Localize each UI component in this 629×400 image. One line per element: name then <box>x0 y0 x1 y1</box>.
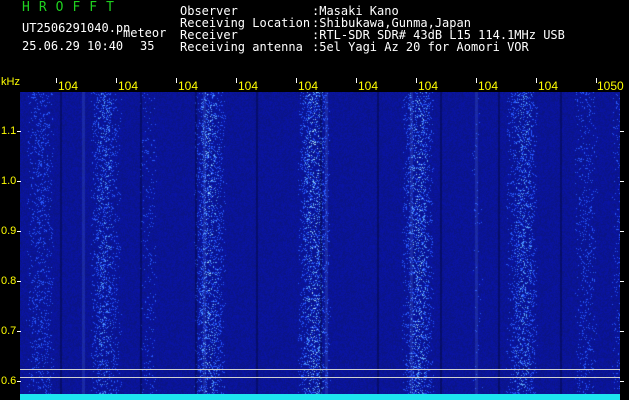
y-tick-label: 0.9 <box>1 225 17 237</box>
y-tick-mark <box>17 181 21 182</box>
x-tick-label: 104 <box>358 79 379 93</box>
x-tick-label: 104 <box>238 79 259 93</box>
y-tick-mark <box>17 131 21 132</box>
datetime: 25.06.29 10:40 <box>22 39 124 53</box>
signal-baseline <box>20 394 620 400</box>
y-tick-mark <box>620 181 624 182</box>
y-tick-mark <box>620 331 624 332</box>
detection-tag: meteor <box>123 26 167 40</box>
y-tick-mark <box>17 281 21 282</box>
x-tick-mark <box>416 78 417 83</box>
y-tick-label: 0.7 <box>1 325 17 337</box>
y-tick-label: 1.1 <box>1 125 17 137</box>
x-tick-label: 104 <box>538 79 559 93</box>
y-tick-mark <box>17 381 21 382</box>
antenna-label: Receiving antenna <box>180 40 303 54</box>
y-tick-mark <box>620 131 624 132</box>
x-tick-label: 104 <box>58 79 79 93</box>
x-tick-label: 1050 <box>597 79 624 93</box>
detection-count: 35 <box>140 39 155 53</box>
x-tick-mark <box>176 78 177 83</box>
x-tick-mark <box>56 78 57 83</box>
x-tick-label: 104 <box>478 79 499 93</box>
spectrogram-plot <box>20 92 620 400</box>
y-tick-mark <box>17 231 21 232</box>
x-tick-mark <box>236 78 237 83</box>
y-tick-mark <box>17 331 21 332</box>
reference-line <box>20 377 620 378</box>
y-tick-mark <box>620 231 624 232</box>
y-tick-label: 1.0 <box>1 175 17 187</box>
y-tick-mark <box>620 281 624 282</box>
antenna-value: :5el Yagi Az 20 for Aomori VOR <box>312 40 529 54</box>
x-tick-mark <box>296 78 297 83</box>
reference-line <box>20 369 620 370</box>
y-tick-mark <box>620 381 624 382</box>
y-tick-label: 0.8 <box>1 275 17 287</box>
spectrogram-canvas <box>20 92 620 400</box>
brand-title: HROFFT <box>22 0 123 15</box>
right-axis <box>620 92 629 400</box>
x-tick-label: 104 <box>178 79 199 93</box>
y-tick-label: 0.6 <box>1 375 17 387</box>
x-tick-label: 104 <box>118 79 139 93</box>
x-tick-label: 104 <box>418 79 439 93</box>
x-tick-mark <box>596 78 597 83</box>
x-tick-label: 104 <box>298 79 319 93</box>
x-tick-mark <box>116 78 117 83</box>
x-tick-mark <box>356 78 357 83</box>
header-panel: HROFFT UT2506291040.pn meteor 25.06.29 1… <box>0 0 629 78</box>
x-tick-mark <box>536 78 537 83</box>
y-axis-unit: kHz <box>1 76 20 88</box>
filename: UT2506291040.pn <box>22 21 131 35</box>
x-tick-mark <box>476 78 477 83</box>
